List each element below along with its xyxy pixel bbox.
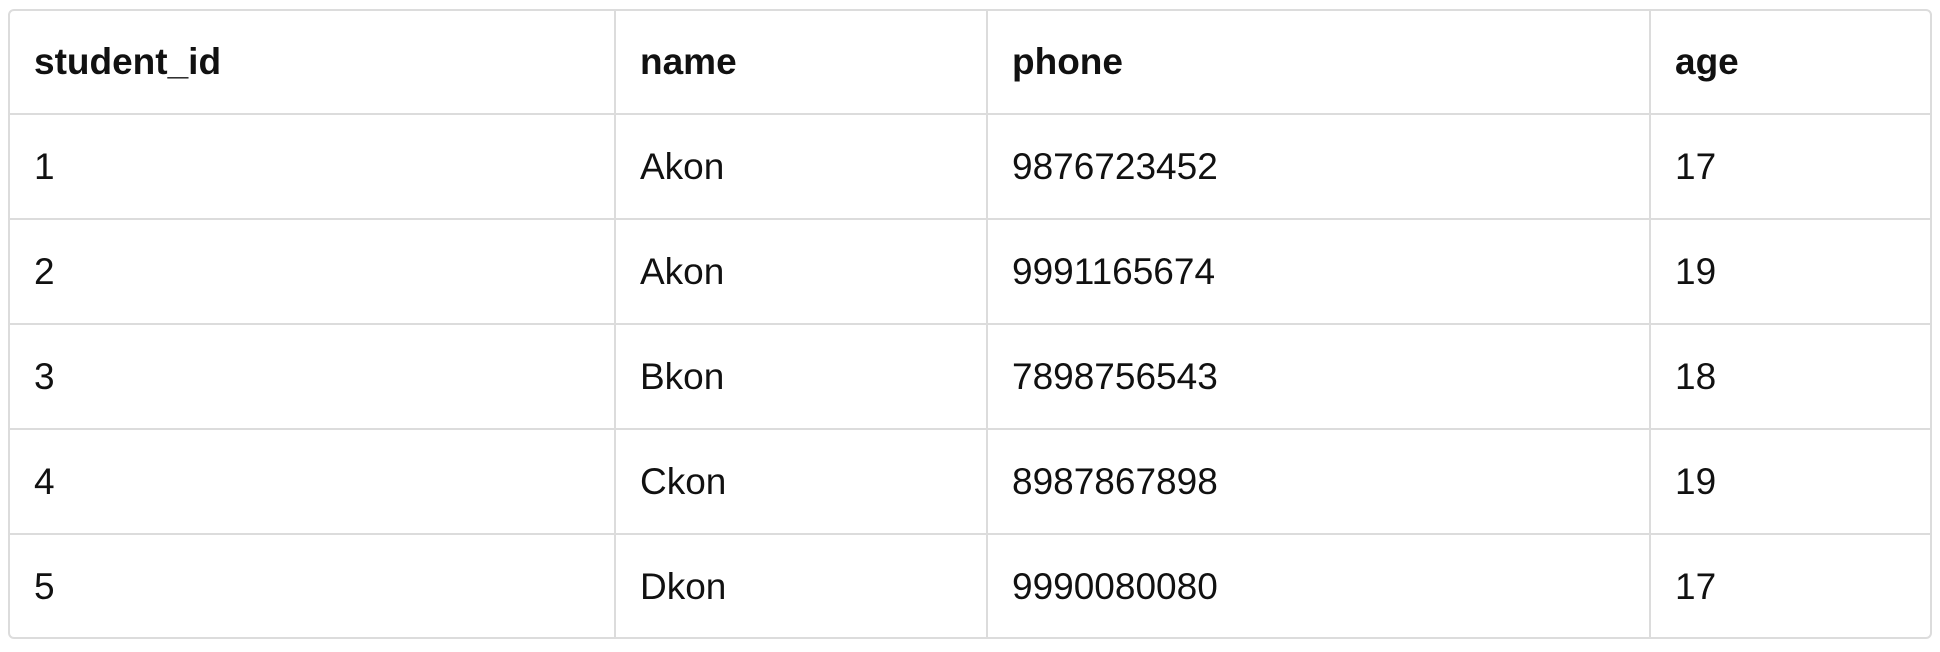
- table-row: 2 Akon 9991165674 19: [10, 219, 1930, 325]
- cell-age: 17: [1650, 114, 1930, 220]
- table-row: 5 Dkon 9990080080 17: [10, 534, 1930, 637]
- cell-phone: 9990080080: [987, 534, 1651, 637]
- cell-name: Ckon: [615, 429, 988, 535]
- cell-phone: 7898756543: [987, 324, 1651, 430]
- column-header-age: age: [1650, 11, 1930, 115]
- students-table-container: student_id name phone age 1 Akon 9876723…: [8, 9, 1932, 639]
- cell-age: 19: [1650, 429, 1930, 535]
- cell-phone: 9991165674: [987, 219, 1651, 325]
- table-header-row: student_id name phone age: [10, 11, 1930, 115]
- cell-student-id: 1: [10, 114, 616, 220]
- column-header-student-id: student_id: [10, 11, 616, 115]
- table-row: 4 Ckon 8987867898 19: [10, 429, 1930, 535]
- students-table: student_id name phone age 1 Akon 9876723…: [10, 11, 1930, 637]
- cell-name: Akon: [615, 219, 988, 325]
- table-row: 3 Bkon 7898756543 18: [10, 324, 1930, 430]
- cell-name: Bkon: [615, 324, 988, 430]
- cell-student-id: 4: [10, 429, 616, 535]
- cell-student-id: 3: [10, 324, 616, 430]
- cell-age: 19: [1650, 219, 1930, 325]
- cell-phone: 8987867898: [987, 429, 1651, 535]
- table-row: 1 Akon 9876723452 17: [10, 114, 1930, 220]
- cell-name: Akon: [615, 114, 988, 220]
- cell-age: 17: [1675, 565, 1717, 607]
- cell-phone: 9876723452: [987, 114, 1651, 220]
- cell-name: Dkon: [615, 534, 988, 637]
- column-header-name: name: [615, 11, 988, 115]
- column-header-phone: phone: [987, 11, 1651, 115]
- cell-student-id: 2: [10, 219, 616, 325]
- cell-student-id: 5: [10, 534, 616, 637]
- cell-age: 18: [1650, 324, 1930, 430]
